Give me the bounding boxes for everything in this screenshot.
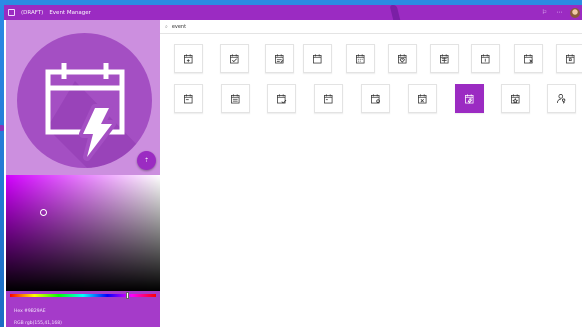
calendar-week-icon: [440, 54, 449, 64]
icon-browser: ⌕: [160, 20, 582, 327]
icon-tile[interactable]: [388, 44, 417, 73]
left-pane: ⇡ Hex #9B29AE RGB rgb(155,41,168): [6, 20, 160, 327]
app-window: (DRAFT) Event Manager ⚐ ⋯ ⇡ Hex #9B29AE …: [4, 5, 582, 327]
color-values: Hex #9B29AE RGB rgb(155,41,168): [14, 306, 62, 327]
calendar-icon: [313, 54, 322, 64]
hex-value: Hex #9B29AE: [14, 309, 46, 314]
icon-tile[interactable]: [501, 84, 530, 113]
calendar-lightning-icon: [465, 94, 474, 104]
icon-tile[interactable]: [303, 44, 332, 73]
calendar-remove-icon: [524, 54, 533, 64]
icon-tile[interactable]: [455, 84, 484, 113]
search-input[interactable]: [171, 23, 372, 30]
saturation-picker[interactable]: [6, 175, 160, 291]
calendar-check-icon: [230, 54, 239, 64]
icon-tile[interactable]: [221, 84, 250, 113]
icon-tile[interactable]: [346, 44, 375, 73]
more-icon[interactable]: ⋯: [555, 8, 564, 17]
search-bar: ⌕: [160, 20, 582, 34]
calendar-close-icon: [418, 94, 427, 104]
icon-tile[interactable]: [265, 44, 294, 73]
calendar-heart-icon: [398, 54, 407, 64]
calendar-lightning-icon: [45, 63, 143, 168]
title-controls: ⚐ ⋯: [540, 5, 582, 20]
calendar-date-icon: [324, 94, 333, 104]
hue-slider[interactable]: [10, 294, 156, 297]
icon-tile[interactable]: [220, 44, 249, 73]
app-icon: [8, 9, 15, 16]
preview-circle: [17, 33, 152, 168]
icon-tile[interactable]: [174, 84, 203, 113]
calendar-add-icon: [184, 54, 193, 64]
calendar-approved-icon: [277, 94, 287, 104]
icon-tile[interactable]: [514, 44, 543, 73]
title-bar: (DRAFT) Event Manager ⚐ ⋯: [4, 5, 582, 20]
feedback-icon[interactable]: ⚐: [540, 8, 549, 17]
hue-slider-handle[interactable]: [126, 292, 129, 299]
icon-tile[interactable]: [430, 44, 459, 73]
calendar-day-icon: [481, 54, 490, 64]
icon-tile[interactable]: [547, 84, 576, 113]
calendar-star-icon: [511, 94, 520, 104]
icon-tile[interactable]: [174, 44, 203, 73]
rgb-value: RGB rgb(155,41,168): [14, 321, 62, 326]
icon-tile[interactable]: [471, 44, 500, 73]
picker-handle[interactable]: [40, 209, 47, 216]
calendar-today-icon: [566, 54, 575, 64]
icon-tile[interactable]: [361, 84, 390, 113]
icon-tile[interactable]: [408, 84, 437, 113]
icon-tile[interactable]: [314, 84, 343, 113]
search-icon: ⌕: [165, 23, 168, 30]
person-key-icon: [557, 94, 566, 104]
avatar[interactable]: [570, 7, 580, 18]
calendar-month-icon: [356, 54, 365, 64]
window-title: Event Manager: [49, 9, 91, 16]
calendar-agenda-icon: [231, 94, 240, 104]
draft-label: (DRAFT): [21, 9, 44, 16]
calendar-schedule-icon: [184, 94, 193, 104]
calendar-settings-icon: [371, 94, 380, 104]
export-button[interactable]: ⇡: [137, 151, 156, 170]
icon-tile[interactable]: [556, 44, 582, 73]
icon-preview: ⇡: [6, 20, 160, 175]
icon-tile[interactable]: [267, 84, 296, 113]
calendar-edit-icon: [275, 54, 284, 64]
